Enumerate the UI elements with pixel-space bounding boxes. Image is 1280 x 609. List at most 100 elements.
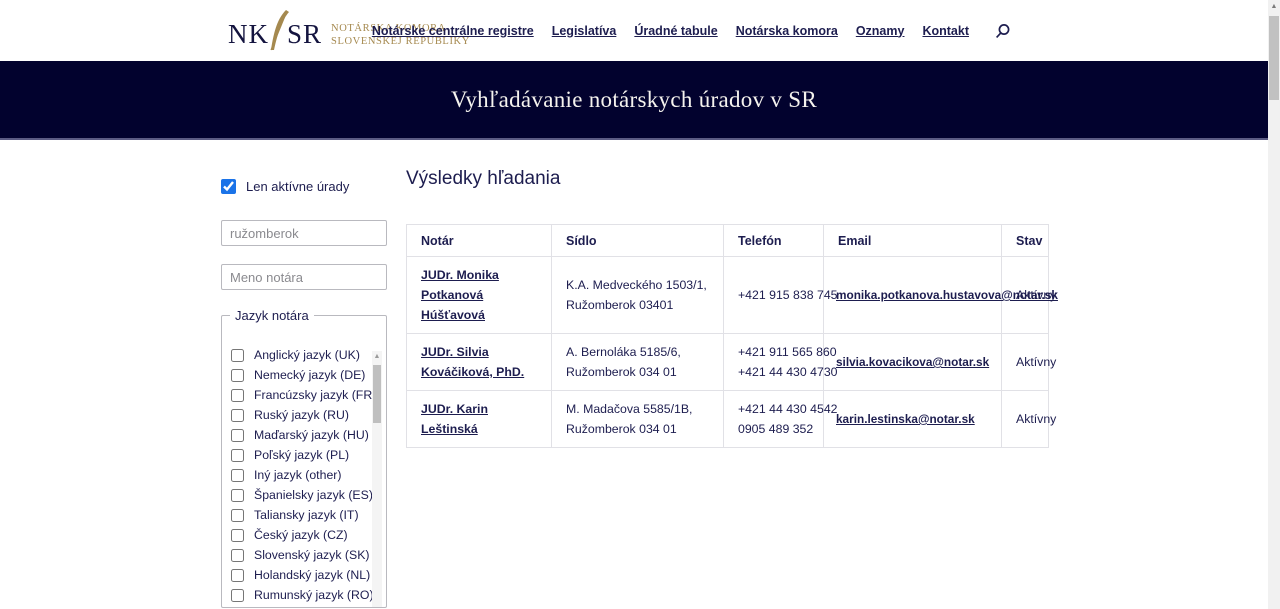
nav-link-6[interactable]: Kontakt bbox=[922, 24, 969, 38]
nav-link-3[interactable]: Úradné tabule bbox=[634, 24, 717, 38]
column-header: Email bbox=[824, 225, 1002, 257]
email-link[interactable]: karin.lestinska@notar.sk bbox=[836, 412, 975, 426]
phone-number: +421 44 430 4730 bbox=[738, 362, 817, 382]
city-search-input[interactable] bbox=[221, 220, 387, 246]
phone-number: 0905 489 352 bbox=[738, 419, 817, 439]
nav-link-4[interactable]: Notárska komora bbox=[736, 24, 838, 38]
language-checkbox[interactable] bbox=[231, 549, 244, 562]
language-option[interactable]: Maďarský jazyk (HU) bbox=[222, 425, 386, 445]
nav-link-2[interactable]: Legislatíva bbox=[552, 24, 617, 38]
language-option[interactable]: Rumunský jazyk (RO) bbox=[222, 585, 386, 605]
language-checkbox[interactable] bbox=[231, 409, 244, 422]
active-only-row: Len aktívne úrady bbox=[221, 179, 387, 194]
column-header: Telefón bbox=[724, 225, 824, 257]
status-cell: Aktívny bbox=[1002, 391, 1049, 448]
page-banner: Vyhľadávanie notárskych úradov v SR bbox=[0, 61, 1268, 140]
language-checkbox[interactable] bbox=[231, 529, 244, 542]
phone-number: +421 44 430 4542 bbox=[738, 399, 817, 419]
quill-icon bbox=[267, 9, 291, 58]
language-list: Anglický jazyk (UK) Nemecký jazyk (DE) Fra… bbox=[222, 345, 386, 605]
logo-sr: SR bbox=[287, 19, 322, 50]
notary-name-input[interactable] bbox=[221, 264, 387, 290]
language-scrollbar-thumb[interactable] bbox=[373, 365, 381, 423]
notary-link[interactable]: JUDr. Monika Potkanová Húšťavová bbox=[421, 268, 499, 322]
logo-nk: NK bbox=[228, 19, 269, 50]
language-option[interactable]: Taliansky jazyk (IT) bbox=[222, 505, 386, 525]
language-label: Český jazyk (CZ) bbox=[254, 528, 348, 542]
language-option[interactable]: Ruský jazyk (RU) bbox=[222, 405, 386, 425]
email-cell: karin.lestinska@notar.sk bbox=[824, 391, 1002, 448]
language-option[interactable]: Nemecký jazyk (DE) bbox=[222, 365, 386, 385]
table-row: JUDr. Silvia Kováčiková, PhD. A. Bernolák… bbox=[407, 334, 1049, 391]
language-label: Nemecký jazyk (DE) bbox=[254, 368, 365, 382]
language-checkbox[interactable] bbox=[231, 429, 244, 442]
column-header: Sídlo bbox=[552, 225, 724, 257]
scroll-up-icon[interactable]: ▲ bbox=[372, 351, 382, 363]
language-option[interactable]: Poľský jazyk (PL) bbox=[222, 445, 386, 465]
language-label: Taliansky jazyk (IT) bbox=[254, 508, 359, 522]
language-option[interactable]: Anglický jazyk (UK) bbox=[222, 345, 386, 365]
email-link[interactable]: silvia.kovacikova@notar.sk bbox=[836, 355, 989, 369]
address-cell: K.A. Medveckého 1503/1, Ružomberok 03401 bbox=[552, 257, 724, 334]
notary-link[interactable]: JUDr. Karin Leštinská bbox=[421, 402, 488, 436]
page-title: Vyhľadávanie notárskych úradov v SR bbox=[451, 87, 817, 113]
filter-sidebar: Len aktívne úrady Jazyk notára Anglický … bbox=[221, 179, 387, 608]
notary-cell: JUDr. Karin Leštinská bbox=[407, 391, 552, 448]
phone-cell: +421 915 838 745 bbox=[724, 257, 824, 334]
site-header: NK SR NOTÁRSKA KOMORA SLOVENSKEJ REPUBLI… bbox=[0, 0, 1268, 61]
logo-mark: NK SR bbox=[228, 10, 322, 59]
language-checkbox[interactable] bbox=[231, 509, 244, 522]
notary-link[interactable]: JUDr. Silvia Kováčiková, PhD. bbox=[421, 345, 524, 379]
results-table: NotárSídloTelefónEmailStav JUDr. Monika … bbox=[406, 224, 1049, 448]
language-checkbox[interactable] bbox=[231, 349, 244, 362]
language-checkbox[interactable] bbox=[231, 369, 244, 382]
scrollbar-up-icon[interactable]: ▲ bbox=[1268, 0, 1280, 14]
active-only-checkbox[interactable] bbox=[221, 179, 236, 194]
language-option[interactable]: Slovenský jazyk (SK) bbox=[222, 545, 386, 565]
language-label: Anglický jazyk (UK) bbox=[254, 348, 360, 362]
nav-link-1[interactable]: Notárske centrálne registre bbox=[372, 24, 534, 38]
status-cell: Aktívny bbox=[1002, 334, 1049, 391]
active-only-label[interactable]: Len aktívne úrady bbox=[246, 179, 349, 194]
address-cell: A. Bernoláka 5185/6, Ružomberok 034 01 bbox=[552, 334, 724, 391]
phone-cell: +421 44 430 45420905 489 352 bbox=[724, 391, 824, 448]
language-label: Španielsky jazyk (ES) bbox=[254, 488, 373, 502]
language-filter-group: Jazyk notára Anglický jazyk (UK) Nemecký … bbox=[221, 308, 387, 608]
page-scrollbar-thumb[interactable] bbox=[1269, 16, 1279, 100]
notary-cell: JUDr. Silvia Kováčiková, PhD. bbox=[407, 334, 552, 391]
language-option[interactable]: Iný jazyk (other) bbox=[222, 465, 386, 485]
results-title: Výsledky hľadania bbox=[406, 168, 1048, 190]
language-checkbox[interactable] bbox=[231, 449, 244, 462]
language-group-label: Jazyk notára bbox=[230, 308, 314, 323]
language-label: Iný jazyk (other) bbox=[254, 468, 341, 482]
email-cell: monika.potkanova.hustavova@notar.sk bbox=[824, 257, 1002, 334]
language-list-scrollbar[interactable]: ▲ bbox=[372, 351, 382, 608]
language-checkbox[interactable] bbox=[231, 469, 244, 482]
column-header: Notár bbox=[407, 225, 552, 257]
nav-link-5[interactable]: Oznamy bbox=[856, 24, 905, 38]
language-label: Francúzsky jazyk (FR) bbox=[254, 388, 376, 402]
page: NK SR NOTÁRSKA KOMORA SLOVENSKEJ REPUBLI… bbox=[0, 0, 1280, 609]
language-label: Poľský jazyk (PL) bbox=[254, 448, 349, 462]
language-option[interactable]: Španielsky jazyk (ES) bbox=[222, 485, 386, 505]
language-option[interactable]: Francúzsky jazyk (FR) bbox=[222, 385, 386, 405]
address-cell: M. Madačova 5585/1B, Ružomberok 034 01 bbox=[552, 391, 724, 448]
table-header-row: NotárSídloTelefónEmailStav bbox=[407, 225, 1049, 257]
language-checkbox[interactable] bbox=[231, 569, 244, 582]
language-label: Slovenský jazyk (SK) bbox=[254, 548, 370, 562]
notary-cell: JUDr. Monika Potkanová Húšťavová bbox=[407, 257, 552, 334]
language-checkbox[interactable] bbox=[231, 489, 244, 502]
language-label: Maďarský jazyk (HU) bbox=[254, 428, 369, 442]
language-checkbox[interactable] bbox=[231, 389, 244, 402]
phone-cell: +421 911 565 860+421 44 430 4730 bbox=[724, 334, 824, 391]
search-icon[interactable] bbox=[995, 23, 1011, 39]
language-label: Rumunský jazyk (RO) bbox=[254, 588, 374, 602]
table-row: JUDr. Karin Leštinská M. Madačova 5585/1B… bbox=[407, 391, 1049, 448]
language-label: Holandský jazyk (NL) bbox=[254, 568, 370, 582]
language-option[interactable]: Český jazyk (CZ) bbox=[222, 525, 386, 545]
phone-number: +421 911 565 860 bbox=[738, 342, 817, 362]
language-checkbox[interactable] bbox=[231, 589, 244, 602]
language-option[interactable]: Holandský jazyk (NL) bbox=[222, 565, 386, 585]
results-section: Výsledky hľadania NotárSídloTelefónEmail… bbox=[406, 168, 1048, 448]
page-scrollbar[interactable]: ▲ bbox=[1268, 0, 1280, 609]
